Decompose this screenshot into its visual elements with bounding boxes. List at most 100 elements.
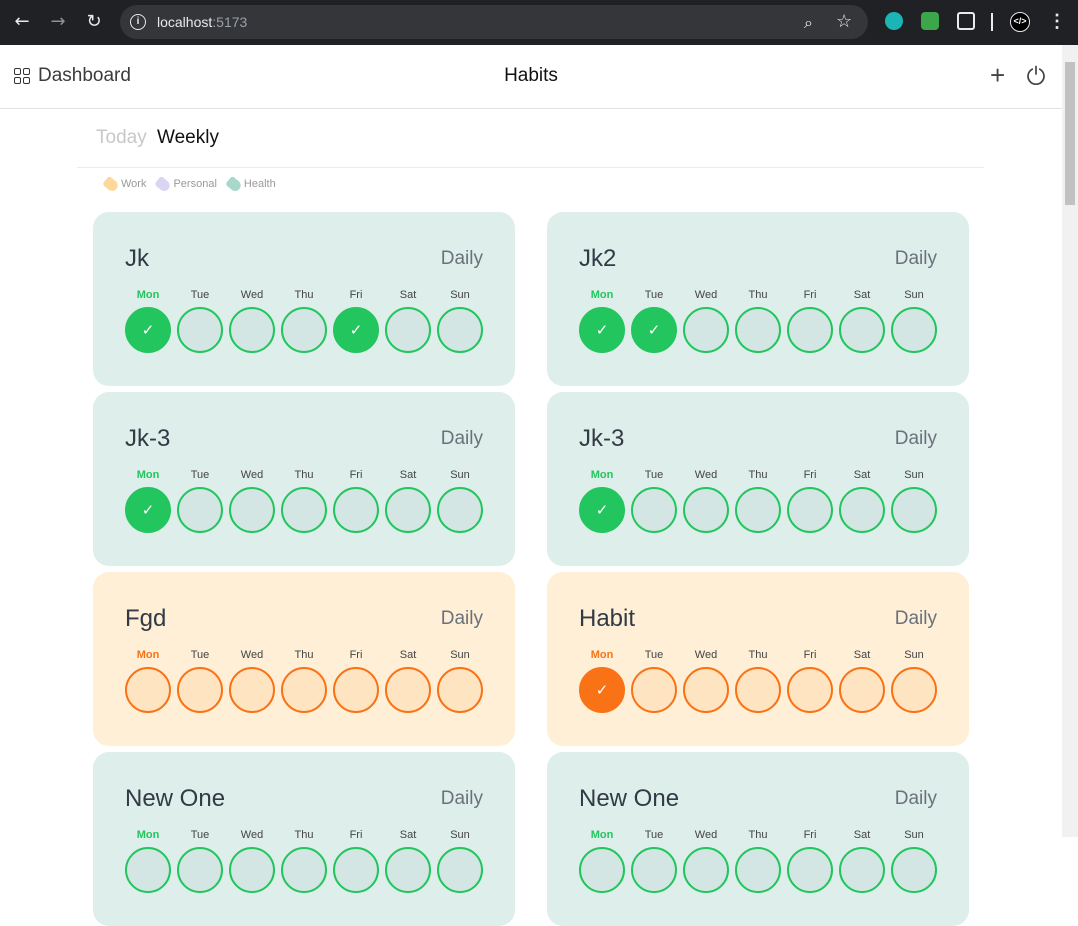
legend-label: Personal: [173, 178, 217, 190]
checkmark-icon: ✓: [595, 501, 609, 519]
day-label: Sat: [399, 469, 417, 481]
day-check-empty[interactable]: [631, 667, 677, 713]
habit-card[interactable]: Habit Daily Mon ✓ Tue Wed Thu Fri Sat Sun: [547, 572, 969, 746]
day-check-empty[interactable]: [891, 667, 937, 713]
week-day-row: Mon ✓ Tue Wed Thu Fri Sat Sun: [579, 468, 937, 533]
day-check-empty[interactable]: [333, 847, 379, 893]
day-check-empty[interactable]: [281, 307, 327, 353]
day-label: Tue: [190, 469, 210, 481]
day-check-empty[interactable]: [281, 487, 327, 533]
day-column: Thu: [735, 288, 781, 353]
reload-icon[interactable]: ↻: [83, 11, 105, 33]
day-check-completed[interactable]: ✓: [125, 487, 171, 533]
day-check-empty[interactable]: [631, 487, 677, 533]
devtools-extension-icon[interactable]: </>: [1010, 12, 1030, 32]
day-check-empty[interactable]: [281, 667, 327, 713]
day-check-empty[interactable]: [385, 667, 431, 713]
day-check-empty[interactable]: [839, 307, 885, 353]
day-check-completed[interactable]: ✓: [631, 307, 677, 353]
day-column: Thu: [281, 648, 327, 713]
day-check-empty[interactable]: [891, 847, 937, 893]
day-check-empty[interactable]: [437, 307, 483, 353]
habit-card[interactable]: Jk Daily Mon ✓ Tue Wed Thu Fri ✓ Sat Sun: [93, 212, 515, 386]
day-check-empty[interactable]: [229, 667, 275, 713]
day-check-empty[interactable]: [683, 847, 729, 893]
habit-card[interactable]: New One Daily Mon Tue Wed Thu Fri Sat Sun: [547, 752, 969, 926]
day-column: Mon ✓: [579, 468, 625, 533]
day-check-empty[interactable]: [839, 667, 885, 713]
scrollbar-thumb[interactable]: [1065, 62, 1075, 205]
day-check-empty[interactable]: [125, 667, 171, 713]
add-habit-icon[interactable]: +: [990, 59, 1005, 91]
habit-card[interactable]: Jk-3 Daily Mon ✓ Tue Wed Thu Fri Sat Sun: [547, 392, 969, 566]
zoom-icon[interactable]: ⌕: [804, 13, 813, 33]
day-check-completed[interactable]: ✓: [125, 307, 171, 353]
week-day-row: Mon Tue Wed Thu Fri Sat Sun: [579, 828, 937, 893]
day-check-empty[interactable]: [787, 847, 833, 893]
address-url[interactable]: localhost:5173: [157, 14, 247, 30]
day-check-empty[interactable]: [735, 667, 781, 713]
habit-card[interactable]: Jk-3 Daily Mon ✓ Tue Wed Thu Fri Sat Sun: [93, 392, 515, 566]
day-check-completed[interactable]: ✓: [579, 487, 625, 533]
day-check-empty[interactable]: [683, 667, 729, 713]
day-check-empty[interactable]: [385, 307, 431, 353]
day-check-empty[interactable]: [839, 847, 885, 893]
tag-icon: [224, 175, 243, 193]
day-check-empty[interactable]: [229, 307, 275, 353]
tab-today[interactable]: Today: [96, 127, 147, 149]
day-check-empty[interactable]: [735, 487, 781, 533]
back-arrow-icon[interactable]: ←: [11, 11, 33, 33]
forward-arrow-icon[interactable]: →: [47, 11, 69, 33]
extension-green-icon[interactable]: [921, 12, 939, 30]
logout-power-icon[interactable]: [1026, 65, 1046, 85]
day-column: Fri: [333, 828, 379, 893]
site-info-icon[interactable]: i: [130, 14, 146, 30]
day-check-empty[interactable]: [735, 307, 781, 353]
day-check-empty[interactable]: [683, 487, 729, 533]
browser-menu-icon[interactable]: ⋮: [1048, 10, 1066, 32]
day-check-empty[interactable]: [579, 847, 625, 893]
day-check-empty[interactable]: [891, 307, 937, 353]
day-check-empty[interactable]: [229, 487, 275, 533]
day-check-empty[interactable]: [333, 667, 379, 713]
day-check-empty[interactable]: [787, 667, 833, 713]
day-check-empty[interactable]: [437, 487, 483, 533]
day-column: Tue: [177, 828, 223, 893]
day-check-empty[interactable]: [177, 667, 223, 713]
day-check-empty[interactable]: [177, 487, 223, 533]
habit-card[interactable]: Fgd Daily Mon Tue Wed Thu Fri Sat Sun: [93, 572, 515, 746]
habit-card[interactable]: Jk2 Daily Mon ✓ Tue ✓ Wed Thu Fri Sat Sun: [547, 212, 969, 386]
extensions-puzzle-icon[interactable]: [957, 12, 975, 30]
day-check-empty[interactable]: [437, 667, 483, 713]
day-column: Wed: [683, 828, 729, 893]
day-check-empty[interactable]: [229, 847, 275, 893]
day-check-empty[interactable]: [177, 847, 223, 893]
day-check-empty[interactable]: [891, 487, 937, 533]
tab-weekly[interactable]: Weekly: [157, 127, 219, 149]
dashboard-link[interactable]: Dashboard: [14, 65, 131, 87]
day-check-empty[interactable]: [787, 307, 833, 353]
habit-frequency: Daily: [894, 788, 937, 809]
address-bar[interactable]: i localhost:5173 ⌕ ☆: [120, 5, 868, 39]
day-check-completed[interactable]: ✓: [579, 667, 625, 713]
day-check-empty[interactable]: [385, 847, 431, 893]
extension-teal-icon[interactable]: [885, 12, 903, 30]
day-check-empty[interactable]: [683, 307, 729, 353]
day-label: Sun: [450, 469, 470, 481]
day-check-empty[interactable]: [333, 487, 379, 533]
day-check-completed[interactable]: ✓: [333, 307, 379, 353]
day-check-empty[interactable]: [787, 487, 833, 533]
day-check-empty[interactable]: [385, 487, 431, 533]
day-label: Mon: [136, 649, 160, 661]
day-column: Sat: [839, 828, 885, 893]
day-check-empty[interactable]: [735, 847, 781, 893]
day-check-empty[interactable]: [177, 307, 223, 353]
day-check-empty[interactable]: [631, 847, 677, 893]
day-check-completed[interactable]: ✓: [579, 307, 625, 353]
bookmark-star-icon[interactable]: ☆: [836, 11, 852, 32]
habit-card[interactable]: New One Daily Mon Tue Wed Thu Fri Sat Sun: [93, 752, 515, 926]
day-check-empty[interactable]: [437, 847, 483, 893]
day-check-empty[interactable]: [281, 847, 327, 893]
day-check-empty[interactable]: [125, 847, 171, 893]
day-check-empty[interactable]: [839, 487, 885, 533]
